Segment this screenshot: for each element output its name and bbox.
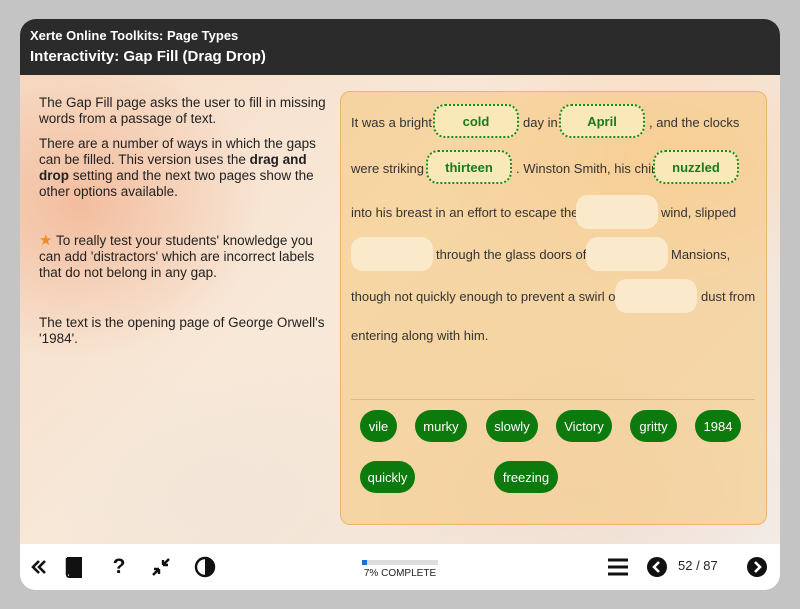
- passage-text: though not quickly enough to prevent a s…: [351, 289, 620, 304]
- progress-bar: [362, 560, 438, 565]
- passage-text: It was a bright: [351, 115, 432, 130]
- content-area: The Gap Fill page asks the user to fill …: [20, 75, 780, 544]
- gap-filled[interactable]: thirteen: [426, 150, 512, 184]
- gap-filled[interactable]: nuzzled: [653, 150, 739, 184]
- passage-text: , and the clocks: [649, 115, 740, 130]
- gap-empty[interactable]: [615, 279, 697, 313]
- passage-text: . Winston Smith, his chin: [516, 161, 659, 176]
- page-count: 52 / 87: [678, 558, 718, 573]
- collapse-icon[interactable]: [148, 554, 174, 580]
- method-text-b: setting and the next two pages show the …: [39, 168, 314, 199]
- passage-text: were striking: [351, 161, 424, 176]
- gap-empty[interactable]: [351, 237, 433, 271]
- progress-label: 7% COMPLETE: [363, 568, 437, 579]
- footer-bar: ? 7% COMPLETE 52 / 87: [20, 544, 780, 590]
- next-icon[interactable]: [744, 554, 770, 580]
- passage-text: into his breast in an effort to escape t…: [351, 205, 579, 220]
- gap-filled[interactable]: April: [559, 104, 645, 138]
- progress-bar-fill: [362, 560, 368, 565]
- divider: [351, 399, 755, 400]
- header-bar: Xerte Online Toolkits: Page Types Intera…: [20, 19, 780, 75]
- app-title: Xerte Online Toolkits: Page Types: [30, 28, 239, 43]
- star-icon: ★: [39, 232, 53, 249]
- help-icon[interactable]: ?: [106, 554, 132, 580]
- instructions-text: The Gap Fill page asks the user to fill …: [39, 95, 329, 346]
- passage-text: through the glass doors of: [436, 247, 587, 262]
- source-paragraph: The text is the opening page of George O…: [39, 315, 325, 346]
- gap-empty[interactable]: [576, 195, 658, 229]
- intro-paragraph: The Gap Fill page asks the user to fill …: [39, 95, 326, 126]
- gap-fill-panel: It was a bright cold day in April , and …: [340, 91, 767, 525]
- menu-icon[interactable]: [605, 554, 631, 580]
- rewind-icon[interactable]: [26, 554, 52, 580]
- tip-text: To really test your students' knowledge …: [39, 233, 315, 280]
- drag-label[interactable]: 1984: [695, 410, 741, 442]
- gap-filled[interactable]: cold: [433, 104, 519, 138]
- page-title: Interactivity: Gap Fill (Drag Drop): [30, 48, 266, 65]
- drag-label[interactable]: murky: [415, 410, 467, 442]
- drag-label[interactable]: gritty: [630, 410, 677, 442]
- drag-label[interactable]: Victory: [556, 410, 612, 442]
- passage-text: wind, slipped: [661, 205, 737, 220]
- contrast-icon[interactable]: [192, 554, 218, 580]
- drag-label[interactable]: slowly: [486, 410, 538, 442]
- drag-label[interactable]: quickly: [360, 461, 415, 493]
- passage-text: dust from: [701, 289, 756, 304]
- tip-paragraph: ★ To really test your students' knowledg…: [39, 233, 329, 281]
- passage-text: entering along with him.: [351, 328, 489, 343]
- glossary-book-icon[interactable]: [60, 554, 86, 580]
- passage-text: day in: [523, 115, 558, 130]
- method-paragraph: There are a number of ways in which the …: [39, 136, 329, 200]
- gap-empty[interactable]: [586, 237, 668, 271]
- drag-label[interactable]: vile: [360, 410, 397, 442]
- app-window: Xerte Online Toolkits: Page Types Intera…: [20, 19, 780, 590]
- drag-label[interactable]: freezing: [494, 461, 558, 493]
- passage-text: Mansions,: [671, 247, 731, 262]
- previous-icon[interactable]: [644, 554, 670, 580]
